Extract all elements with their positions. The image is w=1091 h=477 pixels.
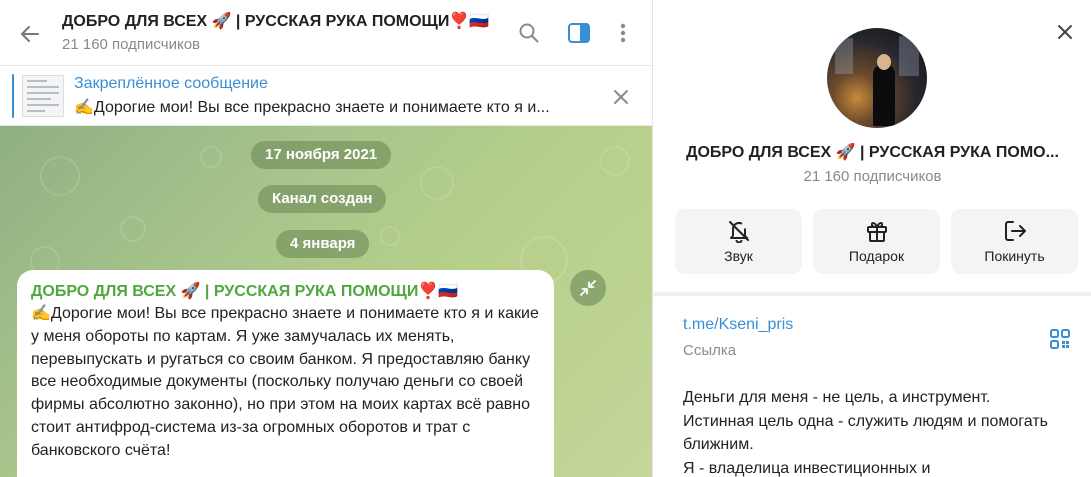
more-button[interactable] bbox=[608, 18, 638, 48]
leave-icon bbox=[1004, 221, 1026, 241]
forward-button[interactable] bbox=[570, 270, 606, 306]
gift-icon bbox=[866, 222, 887, 242]
mute-label: Звук bbox=[724, 248, 753, 264]
channel-created-label: Канал создан bbox=[258, 185, 387, 213]
message-text: ✍️Дорогие мои! Вы все прекрасно знаете и… bbox=[31, 305, 539, 459]
channel-name: ДОБРО ДЛЯ ВСЕХ 🚀 | РУССКАЯ РУКА ПОМО... bbox=[686, 144, 1059, 161]
chat-subscribers: 21 160 подписчиков bbox=[62, 36, 201, 53]
pinned-text: ✍️Дорогие мои! Вы все прекрасно знаете и… bbox=[74, 99, 550, 116]
close-icon bbox=[614, 90, 628, 104]
channel-info-panel: ДОБРО ДЛЯ ВСЕХ 🚀 | РУССКАЯ РУКА ПОМО... … bbox=[652, 0, 1091, 477]
leave-label: Покинуть bbox=[984, 248, 1045, 264]
qr-code-button[interactable] bbox=[1047, 326, 1073, 352]
description-line: Истинная цель одна - служить людям и пом… bbox=[683, 412, 1048, 430]
message-bubble[interactable]: ДОБРО ДЛЯ ВСЕХ 🚀 | РУССКАЯ РУКА ПОМОЩИ❣️… bbox=[17, 270, 554, 477]
channel-subscribers: 21 160 подписчиков bbox=[803, 168, 942, 185]
date-separator: 4 января bbox=[276, 230, 370, 258]
pinned-message[interactable]: Закреплённое сообщение ✍️Дорогие мои! Вы… bbox=[0, 66, 652, 126]
link-caption: Ссылка bbox=[683, 342, 737, 359]
chat-panel: ДОБРО ДЛЯ ВСЕХ 🚀 | РУССКАЯ РУКА ПОМОЩИ❣️… bbox=[0, 0, 652, 477]
leave-button[interactable]: Покинуть bbox=[951, 209, 1078, 274]
info-details: t.me/Kseni_pris Ссылка Деньги для меня -… bbox=[653, 296, 1091, 477]
description-line: Я - владелица инвестиционных и bbox=[683, 459, 931, 477]
channel-avatar[interactable] bbox=[827, 28, 927, 128]
chat-title[interactable]: ДОБРО ДЛЯ ВСЕХ 🚀 | РУССКАЯ РУКА ПОМОЩИ❣️… bbox=[62, 11, 489, 31]
date-separator: 17 ноября 2021 bbox=[251, 141, 392, 169]
pinned-indicator bbox=[12, 74, 14, 118]
close-panel-button[interactable] bbox=[1049, 16, 1081, 48]
unpin-button[interactable] bbox=[604, 80, 638, 114]
sidebar-icon bbox=[568, 23, 590, 43]
more-vertical-icon bbox=[620, 23, 626, 43]
toggle-sidebar-button[interactable] bbox=[564, 18, 594, 48]
gift-label: Подарок bbox=[848, 248, 905, 264]
qr-code-icon bbox=[1050, 329, 1070, 349]
message-author[interactable]: ДОБРО ДЛЯ ВСЕХ 🚀 | РУССКАЯ РУКА ПОМОЩИ❣️… bbox=[31, 281, 458, 301]
collapse-arrows-icon bbox=[580, 280, 596, 296]
pinned-title: Закреплённое сообщение bbox=[74, 75, 268, 92]
bell-off-icon bbox=[728, 221, 749, 243]
search-icon bbox=[519, 23, 539, 43]
channel-description: Деньги для меня - не цель, а инструмент.… bbox=[683, 386, 1073, 477]
back-button[interactable] bbox=[14, 18, 46, 50]
gift-button[interactable]: Подарок bbox=[813, 209, 940, 274]
description-line: Деньги для меня - не цель, а инструмент. bbox=[683, 389, 991, 406]
channel-link[interactable]: t.me/Kseni_pris bbox=[683, 316, 793, 334]
info-header: ДОБРО ДЛЯ ВСЕХ 🚀 | РУССКАЯ РУКА ПОМО... … bbox=[653, 0, 1091, 292]
close-icon bbox=[1058, 25, 1072, 39]
chat-header: ДОБРО ДЛЯ ВСЕХ 🚀 | РУССКАЯ РУКА ПОМОЩИ❣️… bbox=[0, 0, 652, 66]
search-button[interactable] bbox=[514, 18, 544, 48]
mute-button[interactable]: Звук bbox=[675, 209, 802, 274]
arrow-left-icon bbox=[21, 26, 39, 42]
pinned-thumbnail bbox=[22, 75, 64, 117]
description-line: ближним. bbox=[683, 436, 754, 453]
